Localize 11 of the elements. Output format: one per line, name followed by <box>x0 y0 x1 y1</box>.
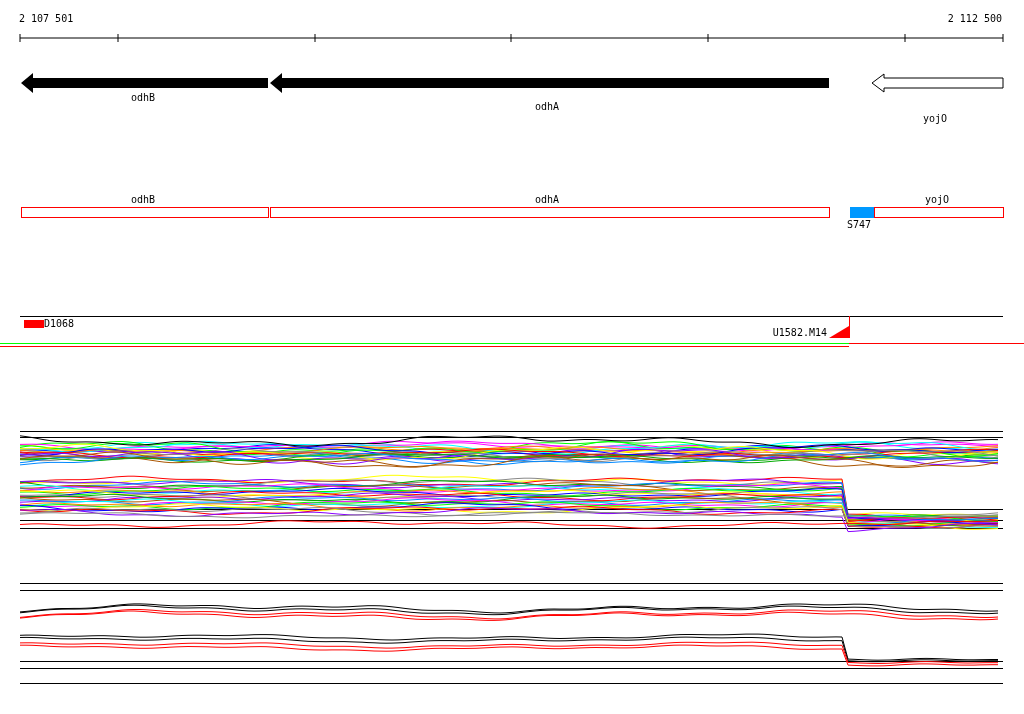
ruler-start-label: 2 107 501 <box>19 13 74 25</box>
annotation-label: yojO <box>924 194 950 206</box>
annotation-label: odhB <box>130 194 156 206</box>
ruler-end-label: 2 112 500 <box>947 13 1002 25</box>
annotation-label: odhA <box>534 194 560 206</box>
site-label: S747 <box>847 219 872 231</box>
gene-label: yojO <box>922 113 948 125</box>
segment-label: U1582.M14 <box>772 327 827 339</box>
segment-label: D1068 <box>44 318 75 330</box>
gene-label: odhA <box>534 101 560 113</box>
gene-label: odhB <box>130 92 156 104</box>
